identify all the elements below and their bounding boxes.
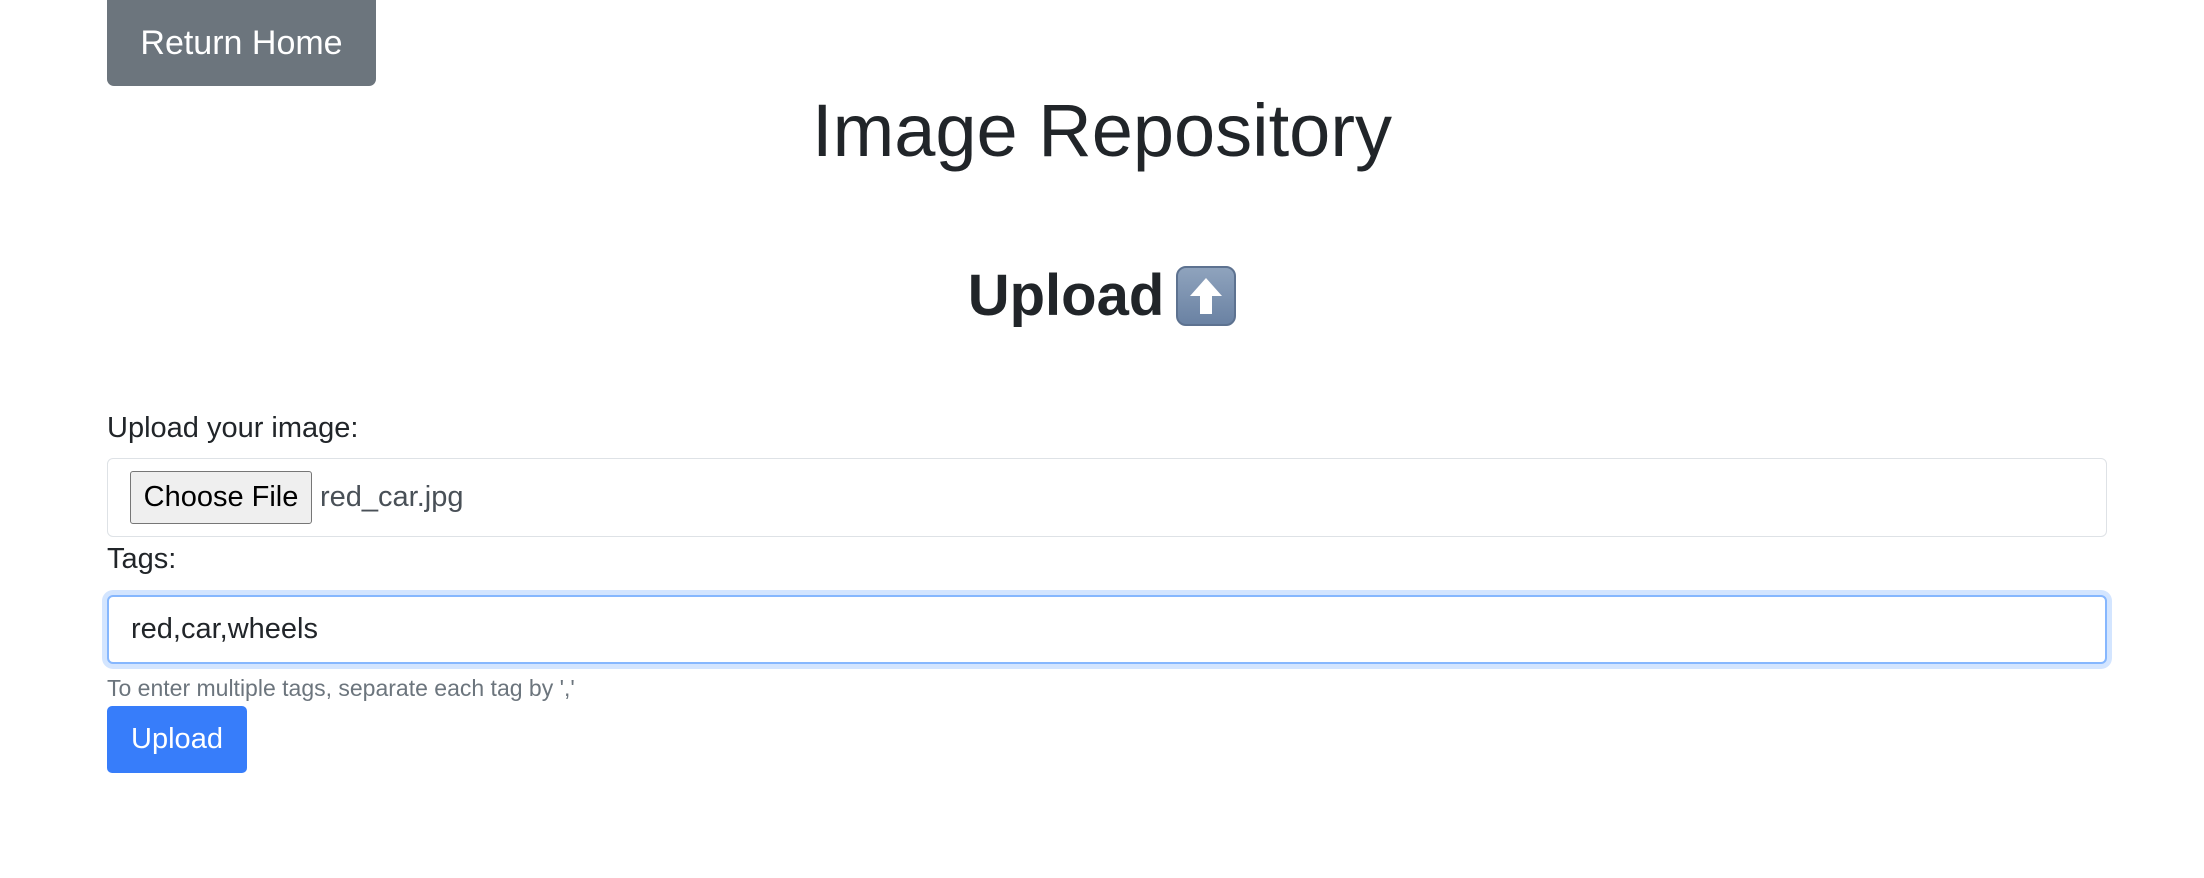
selected-file-name: red_car.jpg [320, 481, 464, 513]
tags-field-label: Tags: [107, 543, 177, 575]
page-title: Image Repository [812, 89, 1392, 172]
choose-file-button[interactable]: Choose File [130, 471, 312, 524]
up-arrow-icon [1176, 266, 1237, 326]
return-home-button[interactable]: Return Home [107, 0, 376, 86]
upload-button[interactable]: Upload [107, 706, 247, 773]
file-input[interactable]: Choose File red_car.jpg [107, 458, 2107, 537]
tags-input[interactable] [107, 595, 2107, 664]
section-heading: Upload [0, 256, 2204, 336]
upload-page: Return Home Image Repository Upload Uplo… [0, 0, 2204, 878]
section-heading-label: Upload [967, 263, 1165, 328]
tags-hint: To enter multiple tags, separate each ta… [107, 675, 575, 701]
image-field-label: Upload your image: [107, 412, 359, 444]
